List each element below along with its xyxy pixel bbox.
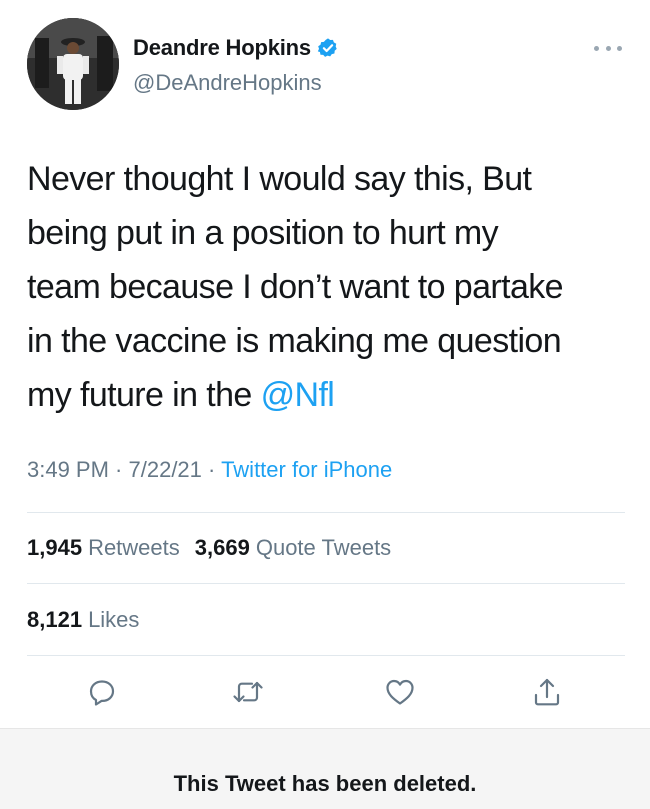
verified-badge-icon [317,38,337,57]
meta-separator: · [108,457,129,482]
share-icon [534,678,560,706]
reply-button[interactable] [82,672,122,712]
deleted-notice-bar: This Tweet has been deleted. [0,728,650,809]
share-button[interactable] [527,672,567,712]
like-icon [386,679,414,705]
retweets-count[interactable]: 1,945 [27,535,82,561]
tweet-text-line: in the vaccine is making me question [27,322,562,360]
tweet-card: Deandre Hopkins @DeAndreHopkins Never th… [0,0,650,728]
tweet-text-prefix: my future in the [27,376,261,414]
reply-icon [89,680,115,706]
more-icon[interactable] [594,44,622,52]
more-dot [617,45,622,51]
likes-count[interactable]: 8,121 [27,607,82,633]
tweet-text-line: team because I don’t want to partake [27,268,564,306]
tweet-meta: 3:49 PM · 7/22/21 · Twitter for iPhone [27,457,392,483]
avatar[interactable] [27,18,119,110]
tweet-text-line: Never thought I would say this, But [27,160,532,198]
tweet-text-line: being put in a position to hurt my [27,214,499,252]
tweet-time[interactable]: 3:49 PM [27,457,109,482]
tweet-text: Never thought I would say this, But bein… [27,152,627,422]
retweet-button[interactable] [228,672,268,712]
author-handle[interactable]: @DeAndreHopkins [133,70,322,96]
retweets-label[interactable]: Retweets [88,535,180,561]
tweet-source[interactable]: Twitter for iPhone [221,457,392,482]
avatar-image [27,18,119,110]
retweet-stats: 1,945 Retweets 3,669 Quote Tweets [27,535,406,561]
divider [27,512,625,513]
quote-tweets-count[interactable]: 3,669 [195,535,250,561]
author-name-row: Deandre Hopkins [133,35,339,61]
tweet-text-line: my future in the @Nfl [27,368,627,422]
retweet-icon [233,681,263,703]
deleted-notice: This Tweet has been deleted. [173,771,477,796]
quote-tweets-label[interactable]: Quote Tweets [256,535,391,561]
divider [27,583,625,584]
likes-stats: 8,121 Likes [27,607,154,633]
more-dot [605,45,611,51]
meta-separator: · [201,457,222,482]
mention-link[interactable]: @Nfl [261,376,335,414]
more-dot [594,45,599,51]
like-button[interactable] [380,672,420,712]
action-bar [0,672,650,712]
author-display-name[interactable]: Deandre Hopkins [133,35,311,61]
tweet-date[interactable]: 7/22/21 [129,457,202,482]
divider [27,655,625,656]
likes-label[interactable]: Likes [88,607,139,633]
